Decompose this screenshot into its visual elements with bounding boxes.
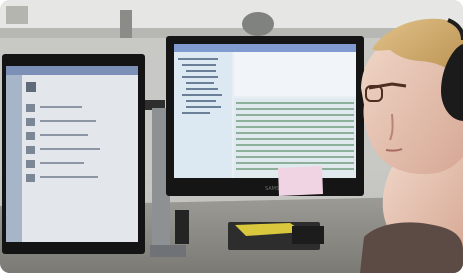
center-screen-table-row: [236, 102, 354, 104]
sticky-note: [278, 166, 323, 196]
left-screen-sidebar: [6, 75, 22, 242]
monitor-base: [150, 245, 186, 257]
center-screen-table-row: [236, 150, 354, 152]
center-screen-titlebar: [174, 44, 356, 52]
center-screen-tree-line: [182, 94, 222, 96]
person-shirt: [360, 222, 463, 273]
left-screen-titlebar: [6, 66, 138, 75]
center-screen-tree-line: [186, 70, 216, 72]
background-post: [120, 10, 132, 38]
center-screen-table-row: [236, 132, 354, 134]
left-screen-row-icon: [26, 104, 35, 112]
office-scene: SAMSUNG: [0, 0, 463, 273]
left-screen-row-icon: [26, 118, 35, 126]
left-screen-avatar: [26, 82, 36, 92]
left-screen-text-line: [40, 162, 84, 164]
background-object: [242, 12, 274, 36]
left-monitor-screen: [6, 66, 138, 242]
left-screen-row-icon: [26, 174, 35, 182]
left-screen-row-icon: [26, 132, 35, 140]
center-screen-tree-line: [186, 106, 221, 108]
center-screen-tree-line: [182, 64, 216, 66]
office-photo: SAMSUNG: [0, 0, 463, 273]
center-screen-top-pane: [234, 52, 356, 96]
desk-speaker: [175, 210, 189, 244]
center-screen-tree-line: [186, 100, 216, 102]
left-screen-row-icon: [26, 160, 35, 168]
center-screen-tree-line: [186, 88, 218, 90]
center-screen-tree-line: [186, 82, 214, 84]
center-screen-table-row: [236, 108, 354, 110]
left-screen-row-icon: [26, 146, 35, 154]
background-frame: [6, 6, 28, 24]
center-screen-tree-line: [178, 58, 218, 60]
left-screen-text-line: [40, 134, 88, 136]
center-screen-table-row: [236, 114, 354, 116]
left-screen-text-line: [40, 148, 100, 150]
center-screen-tree-line: [182, 76, 218, 78]
center-screen-table-row: [236, 120, 354, 122]
center-screen-tree-line: [182, 112, 210, 114]
left-screen-text-line: [40, 120, 96, 122]
left-screen-text-line: [40, 106, 82, 108]
ceiling-area: [0, 0, 463, 32]
center-screen-table-row: [236, 144, 354, 146]
center-screen-table-row: [236, 126, 354, 128]
center-screen-table-row: [236, 162, 354, 164]
center-screen-table-row: [236, 138, 354, 140]
desk-device-front: [292, 226, 324, 244]
center-screen-table-row: [236, 156, 354, 158]
left-screen-text-line: [40, 176, 98, 178]
